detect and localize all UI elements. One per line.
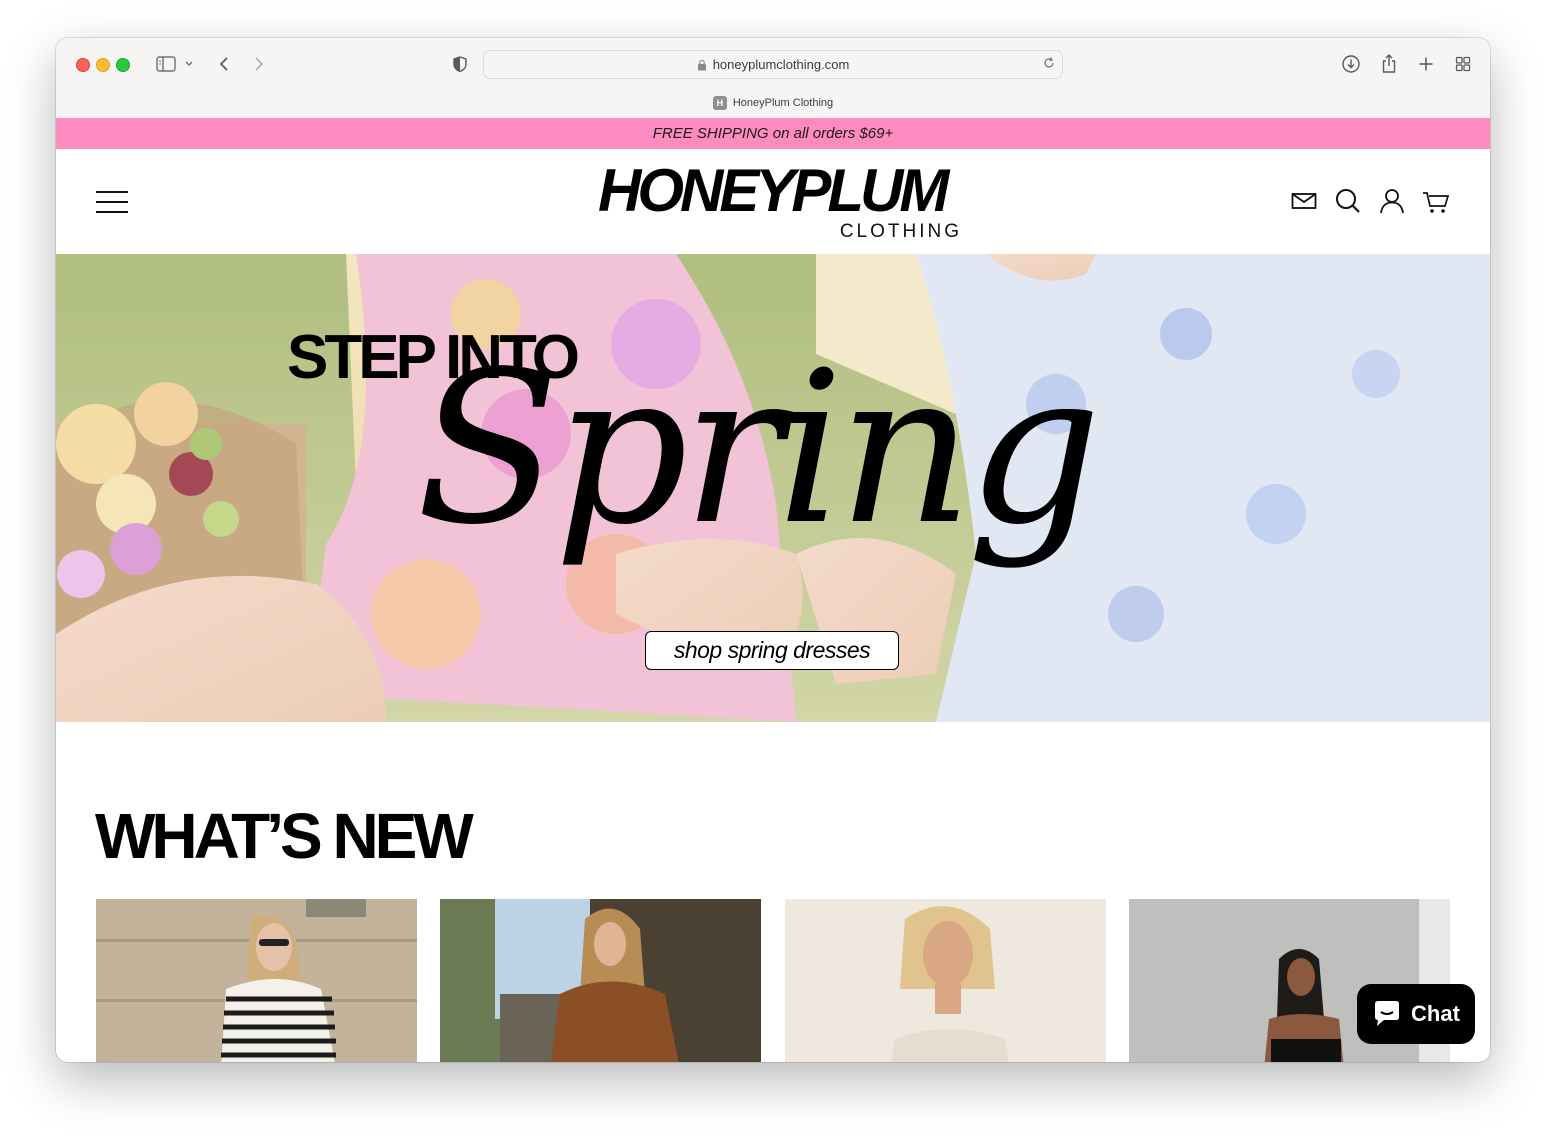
logo-wordmark: HONEYPLUM <box>598 157 949 224</box>
header-icons <box>1290 187 1450 215</box>
active-tab[interactable]: H HoneyPlum Clothing <box>56 96 1490 110</box>
tab-overview-button[interactable] <box>1452 51 1474 77</box>
product-card[interactable] <box>440 899 761 1062</box>
site-header: HONEYPLUM CLOTHING <box>56 149 1490 254</box>
site-logo[interactable]: HONEYPLUM CLOTHING <box>598 161 962 247</box>
privacy-shield-button[interactable] <box>450 51 470 77</box>
download-icon <box>1342 55 1360 73</box>
account-icon[interactable] <box>1378 187 1406 215</box>
chevron-left-icon <box>219 57 228 71</box>
chat-label: Chat <box>1411 1001 1460 1026</box>
site-favicon: H <box>712 96 727 110</box>
hero-script-word: Spring <box>416 326 1102 571</box>
lock-icon <box>697 59 706 70</box>
share-icon <box>1382 54 1396 73</box>
whats-new-heading: WHAT’S NEW <box>95 800 474 872</box>
shield-icon <box>453 56 467 73</box>
hero-banner[interactable]: STEP INTO Spring shop spring dresses <box>56 254 1490 722</box>
address-bar[interactable]: honeyplumclothing.com <box>483 50 1063 79</box>
minimize-window-button[interactable] <box>96 58 110 72</box>
chevron-right-icon <box>255 57 264 71</box>
shop-spring-dresses-button[interactable]: shop spring dresses <box>645 631 899 670</box>
browser-toolbar: honeyplumclothing.com H HoneyPlum Clothi… <box>56 38 1490 119</box>
reload-icon[interactable] <box>1042 56 1056 70</box>
tab-title: HoneyPlum Clothing <box>732 97 834 109</box>
chat-button[interactable]: Chat <box>1357 984 1475 1044</box>
menu-icon[interactable] <box>96 191 130 215</box>
mail-icon[interactable] <box>1290 187 1318 215</box>
cart-icon[interactable] <box>1422 187 1450 215</box>
sidebar-icon <box>156 56 193 72</box>
search-icon[interactable] <box>1334 187 1362 215</box>
chat-bubble-icon <box>1375 1001 1400 1026</box>
back-button[interactable] <box>214 51 234 77</box>
new-tab-button[interactable] <box>1415 51 1437 77</box>
announcement-text: FREE SHIPPING on all orders $69+ <box>652 125 894 142</box>
product-image <box>440 899 761 1062</box>
product-card[interactable] <box>785 899 1106 1062</box>
share-button[interactable] <box>1378 51 1400 77</box>
forward-button[interactable] <box>249 51 269 77</box>
product-card[interactable] <box>96 899 417 1062</box>
plus-icon <box>1419 57 1433 71</box>
downloads-button[interactable] <box>1340 51 1362 77</box>
logo-subtitle: CLOTHING <box>839 221 962 242</box>
web-page: FREE SHIPPING on all orders $69+ HONEYPL… <box>56 118 1490 1062</box>
close-window-button[interactable] <box>76 58 90 72</box>
announcement-bar: FREE SHIPPING on all orders $69+ <box>56 118 1490 149</box>
sidebar-toggle-button[interactable] <box>152 51 198 77</box>
tab-grid-icon <box>1455 56 1471 72</box>
product-image <box>785 899 1106 1062</box>
zoom-window-button[interactable] <box>116 58 130 72</box>
browser-window: honeyplumclothing.com H HoneyPlum Clothi… <box>56 38 1490 1062</box>
url-text: honeyplumclothing.com <box>712 57 850 72</box>
product-image <box>96 899 417 1062</box>
